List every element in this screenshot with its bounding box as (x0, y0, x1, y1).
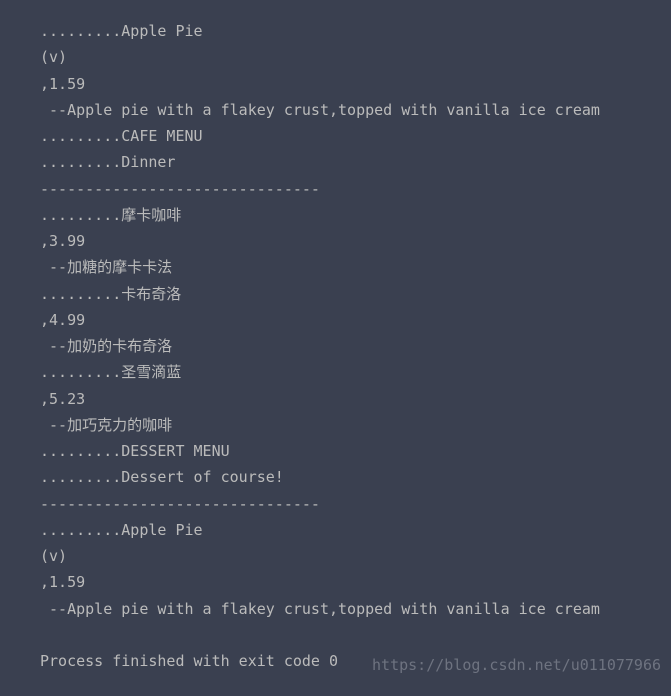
watermark-text: https://blog.csdn.net/u011077966 (372, 656, 661, 674)
console-line: ------------------------------- (40, 491, 671, 517)
console-line: .........圣雪滴蓝 (40, 359, 671, 385)
console-line: .........Apple Pie (40, 517, 671, 543)
console-line: ,1.59 (40, 71, 671, 97)
console-line: --加奶的卡布奇洛 (40, 333, 671, 359)
console-line: ------------------------------- (40, 176, 671, 202)
console-line: .........DESSERT MENU (40, 438, 671, 464)
console-line: --加糖的摩卡卡法 (40, 254, 671, 280)
console-line: ,5.23 (40, 386, 671, 412)
console-line: .........摩卡咖啡 (40, 202, 671, 228)
console-line: (v) (40, 543, 671, 569)
console-line: .........Dessert of course! (40, 464, 671, 490)
console-line: ,4.99 (40, 307, 671, 333)
console-line: --Apple pie with a flakey crust,topped w… (40, 97, 671, 123)
console-line: .........Dinner (40, 149, 671, 175)
console-line: (v) (40, 44, 671, 70)
console-line (40, 622, 671, 648)
console-line: ,3.99 (40, 228, 671, 254)
console-line: .........卡布奇洛 (40, 281, 671, 307)
console-output-panel: .........Apple Pie(v),1.59 --Apple pie w… (0, 0, 671, 696)
console-line: --Apple pie with a flakey crust,topped w… (40, 596, 671, 622)
console-output-lines: .........Apple Pie(v),1.59 --Apple pie w… (40, 18, 671, 674)
console-line: .........Apple Pie (40, 18, 671, 44)
console-line: ,1.59 (40, 569, 671, 595)
console-line: .........CAFE MENU (40, 123, 671, 149)
console-line: --加巧克力的咖啡 (40, 412, 671, 438)
